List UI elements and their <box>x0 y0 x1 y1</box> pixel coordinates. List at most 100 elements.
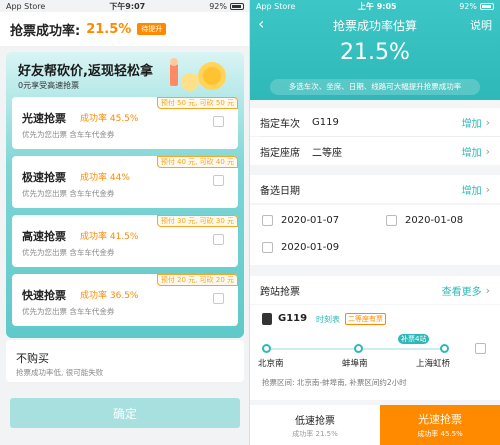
train-value: G119 <box>312 116 339 128</box>
view-more-link[interactable]: 查看更多 <box>442 283 482 298</box>
option-gaosu[interactable]: 预付 30 元, 可砍 30 元 高速抢票 成功率 41.5% 优先为您出票 含… <box>12 215 238 267</box>
station-name: 北京南 <box>258 359 284 369</box>
estimate-rate: 21.5% <box>340 40 410 65</box>
estimate-header: App Store 上午 9:05 92% ‹ 抢票成功率估算 说明 21.5%… <box>250 0 500 100</box>
seat-available-tag: 二等座有票 <box>345 313 386 325</box>
option-rate: 成功率 44% <box>80 173 130 183</box>
option-name: 不购买 <box>16 352 49 365</box>
chevron-right-icon: › <box>485 182 490 196</box>
option-guangsu[interactable]: 预付 50 元, 可砍 50 元 光速抢票 成功率 45.5% 优先为您出票 含… <box>12 97 238 149</box>
timetable-link[interactable]: 时刻表 <box>316 314 340 325</box>
date-value: 2020-01-09 <box>281 242 340 253</box>
right-screen: App Store 上午 9:05 92% ‹ 抢票成功率估算 说明 21.5%… <box>250 0 500 445</box>
status-bar-right: App Store 上午 9:05 92% <box>250 0 500 12</box>
estimate-note: 多选车次、坐席、日期、线路可大幅提升抢票成功率 <box>270 79 480 95</box>
row-date[interactable]: 备选日期 增加 › <box>250 175 500 203</box>
carrier-label: App Store <box>6 1 46 11</box>
status-time: 上午 9:05 <box>357 1 397 11</box>
option-price-tag: 预付 30 元, 可砍 30 元 <box>156 215 238 227</box>
station-name: 蚌埠南 <box>342 359 368 369</box>
add-date-link[interactable]: 增加 <box>462 182 482 197</box>
seat-label: 指定座席 <box>260 147 300 159</box>
date-option[interactable]: 2020-01-09 <box>262 242 339 253</box>
option-checkbox[interactable] <box>213 116 224 127</box>
date-label: 备选日期 <box>260 185 300 197</box>
date-checkbox[interactable] <box>262 215 273 226</box>
option-price-tag: 预付 40 元, 可砍 40 元 <box>156 156 238 168</box>
option-rate: 成功率 36.5% <box>80 291 139 301</box>
promo-subtitle: 0元享受高速抢票 <box>18 81 80 90</box>
option-name: 快速抢票 <box>22 289 66 302</box>
chevron-right-icon: › <box>485 115 490 129</box>
option-no-buy[interactable]: 不购买 抢票成功率低, 很可能失败 <box>6 340 244 382</box>
carrier-label: App Store <box>256 1 296 11</box>
fast-speed-label: 光速抢票 <box>418 413 462 426</box>
option-desc: 抢票成功率低, 很可能失败 <box>16 368 104 377</box>
train-icon <box>262 313 272 325</box>
option-name: 极速抢票 <box>22 171 66 184</box>
confirm-button[interactable]: 确定 <box>10 398 240 428</box>
station-name: 上海虹桥 <box>416 359 451 369</box>
row-train[interactable]: 指定车次 G119 增加 › <box>250 108 500 136</box>
battery-percent: 92% <box>209 1 227 11</box>
date-checkbox[interactable] <box>262 242 273 253</box>
battery-icon <box>479 2 494 10</box>
add-seat-link[interactable]: 增加 <box>462 144 482 159</box>
train-label: 指定车次 <box>260 118 300 130</box>
date-value: 2020-01-07 <box>281 215 340 226</box>
status-time: 下午9:07 <box>109 1 146 11</box>
option-checkbox[interactable] <box>213 234 224 245</box>
date-options: 2020-01-07 2020-01-08 2020-01-09 <box>250 205 500 265</box>
promo-card: 好友帮砍价,返现轻松拿 0元享受高速抢票 预付 50 元, 可砍 50 元 光速… <box>6 52 244 338</box>
station-dot <box>262 344 271 353</box>
bottom-action-bar: 低速抢票 成功率 21.5% 光速抢票 成功率 45.5% <box>250 405 500 445</box>
date-checkbox[interactable] <box>386 215 397 226</box>
ks-train-number: G119 <box>278 313 308 324</box>
page-title: 抢票成功率估算 <box>332 19 417 33</box>
fast-speed-button[interactable]: 光速抢票 成功率 45.5% <box>380 405 500 445</box>
fast-speed-rate: 成功率 45.5% <box>417 430 463 438</box>
option-price-tag: 预付 20 元, 可砍 20 元 <box>156 274 238 286</box>
rate-tag: 待提升 <box>137 23 167 35</box>
chevron-right-icon: › <box>485 144 490 158</box>
cross-station-label: 跨站抢票 <box>260 286 300 298</box>
status-bar-left: App Store 下午9:07 92% <box>0 0 250 12</box>
low-speed-button[interactable]: 低速抢票 成功率 21.5% <box>250 405 380 445</box>
left-screen: App Store 下午9:07 92% 抢票成功率: 21.5% 待提升 好友… <box>0 0 250 445</box>
option-jisu[interactable]: 预付 40 元, 可砍 40 元 极速抢票 成功率 44% 优先为您出票 含车车… <box>12 156 238 208</box>
date-option[interactable]: 2020-01-07 <box>262 215 339 226</box>
option-desc: 优先为您出票 含车车代金券 <box>22 130 115 139</box>
low-speed-rate: 成功率 21.5% <box>292 429 338 438</box>
cross-station-checkbox[interactable] <box>475 343 486 354</box>
option-checkbox[interactable] <box>213 175 224 186</box>
station-dot <box>440 344 449 353</box>
option-rate: 成功率 41.5% <box>80 232 139 242</box>
option-name: 高速抢票 <box>22 230 66 243</box>
row-seat[interactable]: 指定座席 二等座 增加 › <box>250 137 500 165</box>
low-speed-label: 低速抢票 <box>295 415 335 427</box>
battery-icon <box>229 2 244 10</box>
cross-station-card: G119 时刻表 二等座有票 补票4站 北京南 蚌埠南 上海虹桥 抢票区间: 北… <box>250 305 500 400</box>
row-cross-station[interactable]: 跨站抢票 查看更多 › <box>250 276 500 304</box>
battery-percent: 92% <box>459 1 477 11</box>
option-rate: 成功率 45.5% <box>80 114 139 124</box>
option-desc: 优先为您出票 含车车代金券 <box>22 189 115 198</box>
option-price-tag: 预付 50 元, 可砍 50 元 <box>156 97 238 109</box>
rate-value: 21.5% <box>86 21 132 37</box>
seat-value: 二等座 <box>312 147 342 159</box>
option-desc: 优先为您出票 含车车代金券 <box>22 248 115 257</box>
date-value: 2020-01-08 <box>405 215 464 226</box>
option-kuaisu[interactable]: 预付 20 元, 可砍 20 元 快速抢票 成功率 36.5% 优先为您出票 含… <box>12 274 238 326</box>
jump-stations-tag: 补票4站 <box>398 334 430 344</box>
chevron-right-icon: › <box>485 283 490 297</box>
help-link[interactable]: 说明 <box>470 17 492 33</box>
coins-illustration-icon <box>170 58 226 91</box>
rate-label: 抢票成功率: <box>10 23 81 39</box>
date-option[interactable]: 2020-01-08 <box>386 215 463 226</box>
range-text: 抢票区间: 北京南-蚌埠南, 补票区间约2小时 <box>262 378 407 387</box>
option-name: 光速抢票 <box>22 112 66 125</box>
option-checkbox[interactable] <box>213 293 224 304</box>
add-train-link[interactable]: 增加 <box>462 115 482 130</box>
rate-header: 抢票成功率: 21.5% 待提升 <box>0 12 250 46</box>
promo-title: 好友帮砍价,返现轻松拿 <box>18 64 153 79</box>
